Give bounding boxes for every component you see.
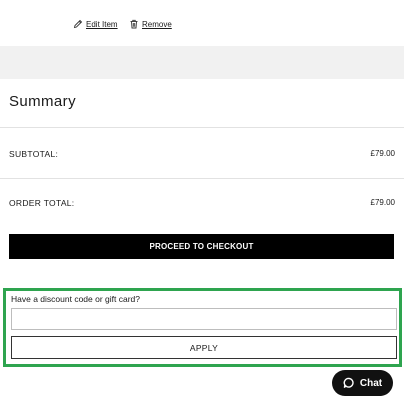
chat-button[interactable]: Chat: [332, 370, 393, 396]
pencil-icon: [73, 19, 83, 29]
order-total-label: ORDER TOTAL:: [9, 198, 75, 208]
divider: [0, 127, 404, 128]
discount-code-input[interactable]: [11, 308, 397, 330]
chat-bubble-icon: [343, 377, 355, 389]
cart-item-actions: Edit Item Remove: [0, 0, 404, 46]
divider: [0, 178, 404, 179]
edit-item-label: Edit Item: [86, 19, 118, 29]
discount-code-label: Have a discount code or gift card?: [11, 294, 140, 304]
discount-code-section: Have a discount code or gift card? APPLY: [3, 288, 402, 367]
summary-title: Summary: [9, 93, 76, 110]
section-spacer: [0, 46, 404, 79]
subtotal-value: £79.00: [370, 149, 395, 158]
edit-item-link[interactable]: Edit Item: [73, 18, 118, 30]
order-total-value: £79.00: [370, 198, 395, 207]
proceed-to-checkout-button[interactable]: PROCEED TO CHECKOUT: [9, 234, 394, 259]
chat-label: Chat: [359, 377, 383, 389]
remove-item-label: Remove: [142, 19, 172, 29]
trash-icon: [129, 19, 139, 29]
cart-page: Edit Item Remove Summary SUBTOTAL: £79.0…: [0, 0, 404, 404]
remove-item-link[interactable]: Remove: [129, 18, 172, 30]
subtotal-label: SUBTOTAL:: [9, 149, 59, 159]
order-summary-panel: Summary SUBTOTAL: £79.00 ORDER TOTAL: £7…: [0, 79, 404, 404]
apply-discount-button[interactable]: APPLY: [11, 336, 397, 359]
